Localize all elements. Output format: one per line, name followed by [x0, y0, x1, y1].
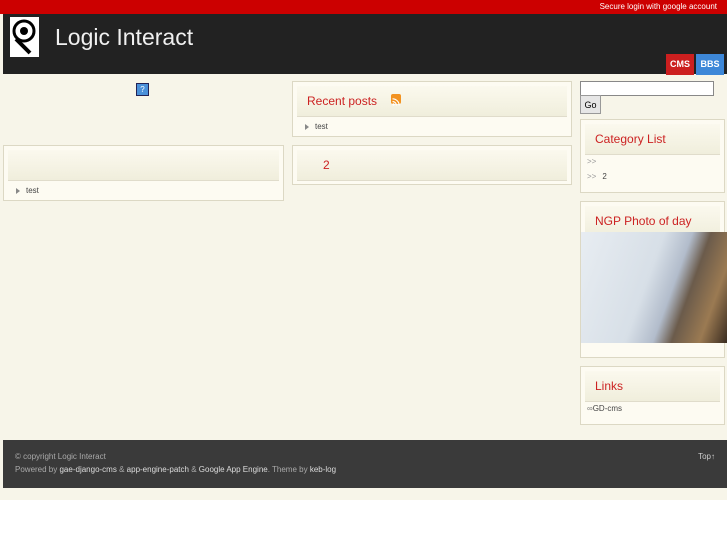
back-to-top-link[interactable]: Top↑ — [698, 452, 715, 461]
rss-feed-icon[interactable] — [391, 94, 401, 106]
top-bar: Secure login with google account — [0, 0, 727, 14]
site-logo[interactable] — [10, 17, 39, 57]
category-list-header: Category List — [585, 124, 720, 155]
left-post-list: test — [3, 145, 284, 201]
footer: © copyright Logic Interact Powered by ga… — [3, 440, 727, 488]
recent-posts-box: Recent posts test — [292, 81, 572, 137]
header: Logic Interact CMS BBS — [3, 14, 727, 75]
copyright-text: © copyright Logic Interact — [15, 452, 106, 461]
recent-posts-title: Recent posts — [307, 94, 378, 108]
post-box-header: 2 — [297, 150, 567, 181]
google-app-engine-link[interactable]: Google App Engine — [199, 465, 268, 474]
logo-icon — [12, 19, 36, 55]
site-title[interactable]: Logic Interact — [55, 24, 193, 51]
list-item[interactable]: test — [305, 122, 328, 131]
double-chevron-icon: >> — [587, 172, 597, 181]
help-icon[interactable]: ? — [136, 83, 149, 96]
page: Secure login with google account Logic I… — [0, 0, 727, 500]
post-title[interactable]: 2 — [323, 158, 330, 172]
category-list-box: Category List >> >> 2 — [580, 119, 725, 193]
secure-login-link[interactable]: Secure login with google account — [600, 2, 717, 11]
bullet-arrow-icon — [305, 123, 309, 130]
bullet-arrow-icon — [16, 187, 20, 194]
powered-by-line: Powered by gae-django-cms & app-engine-p… — [15, 465, 337, 474]
gae-django-cms-link[interactable]: gae-django-cms — [59, 465, 116, 474]
double-chevron-icon: >> — [587, 157, 597, 166]
cms-tab[interactable]: CMS — [666, 54, 694, 75]
bbs-tab[interactable]: BBS — [696, 54, 724, 75]
app-engine-patch-link[interactable]: app-engine-patch — [127, 465, 189, 474]
recent-posts-header: Recent posts — [297, 86, 567, 117]
photo-of-day-title: NGP Photo of day — [595, 214, 692, 228]
search-input[interactable] — [580, 81, 714, 96]
link-item[interactable]: ∞GD-cms — [587, 404, 622, 413]
links-box: Links ∞GD-cms — [580, 366, 725, 425]
left-box-header — [8, 150, 279, 181]
category-item[interactable]: >> — [587, 157, 602, 166]
category-list-title: Category List — [595, 132, 666, 146]
rss-icon — [392, 98, 400, 106]
category-item[interactable]: >> 2 — [587, 172, 607, 181]
links-title: Links — [595, 379, 624, 393]
keb-log-link[interactable]: keb-log — [310, 465, 336, 474]
list-item[interactable]: test — [16, 186, 39, 195]
post-box: 2 — [292, 145, 572, 185]
links-header: Links — [585, 371, 720, 402]
photo-of-day-image[interactable] — [581, 232, 727, 343]
go-button[interactable]: Go — [580, 95, 601, 114]
